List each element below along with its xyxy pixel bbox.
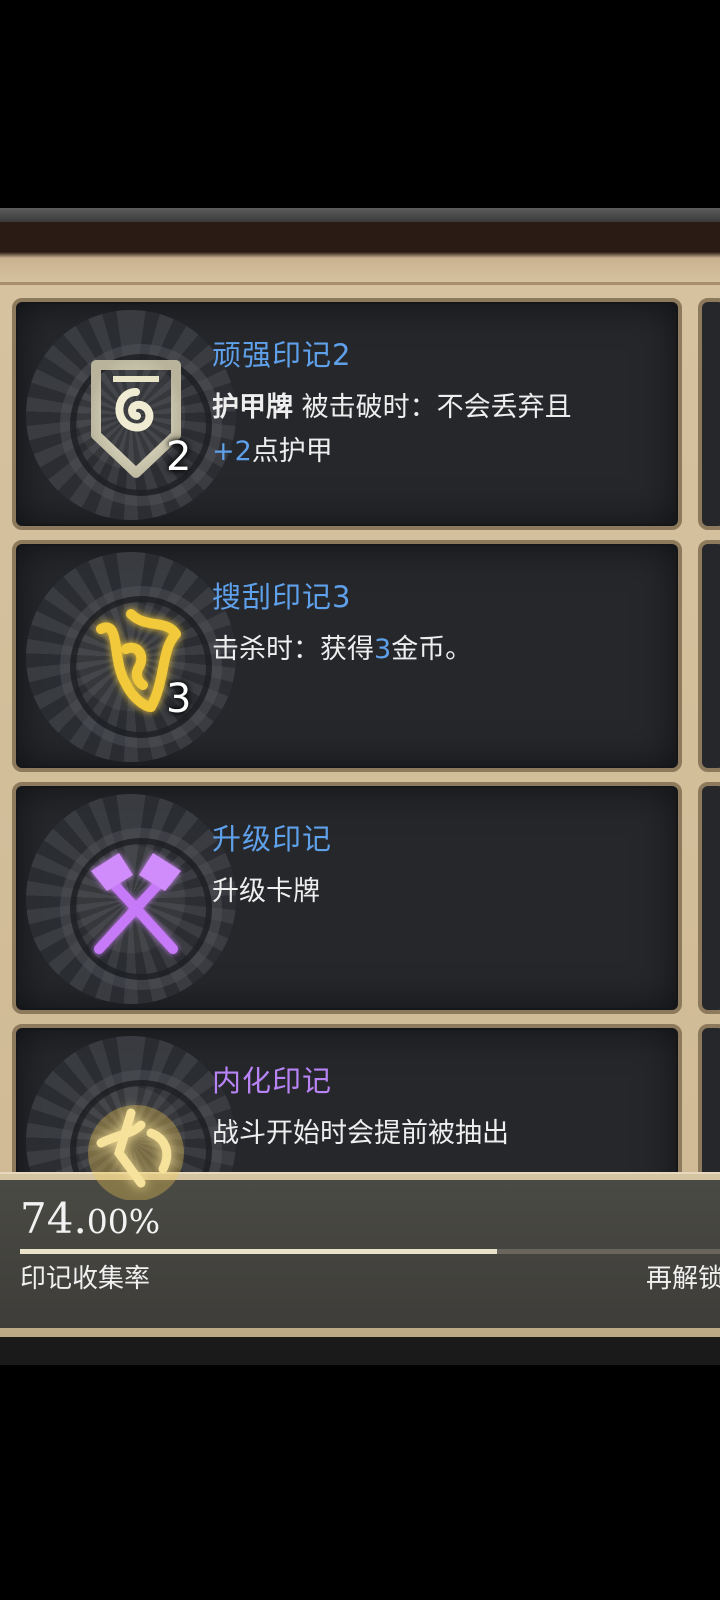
top-black-area: [0, 0, 720, 210]
mark-level: 3: [166, 676, 192, 722]
frame-strip: [0, 208, 720, 222]
mark-card[interactable]: 2 顽强印记2 护甲牌 被击破时：不会丢弃且 +2点护甲: [12, 298, 682, 530]
bottom-shadow: [0, 1337, 720, 1367]
mark-card-next-column[interactable]: [698, 298, 720, 530]
mark-description: 战斗开始时会提前被抽出: [212, 1112, 642, 1156]
crossed-hammers-icon: [91, 853, 181, 954]
mark-card-next-column[interactable]: [698, 540, 720, 772]
desc-part: 点护甲: [251, 436, 333, 467]
desc-part: +2: [212, 436, 252, 467]
mark-list[interactable]: 2 顽强印记2 护甲牌 被击破时：不会丢弃且 +2点护甲 3 搜刮印记3 击杀时…: [0, 290, 720, 1200]
mark-card-next-column[interactable]: [698, 782, 720, 1014]
collection-label: 印记收集率: [20, 1264, 151, 1294]
desc-part: 击杀时：获得: [212, 634, 374, 665]
mark-title: 内化印记: [212, 1064, 333, 1098]
desc-part: 被击破时：不会丢弃且: [293, 392, 572, 423]
gold-rune-2-icon: [88, 1105, 184, 1200]
mark-card[interactable]: 3 搜刮印记3 击杀时：获得3金币。: [12, 540, 682, 772]
desc-part: 3: [374, 634, 392, 665]
mark-card[interactable]: 升级印记 升级卡牌: [12, 782, 682, 1014]
desc-part: 护甲牌: [212, 392, 293, 423]
panel-divider: [0, 282, 720, 285]
mark-title: 升级印记: [212, 822, 333, 856]
mark-description: 护甲牌 被击破时：不会丢弃且 +2点护甲: [212, 386, 642, 474]
bottom-black-area: [0, 1365, 720, 1600]
mark-title: 搜刮印记3: [212, 580, 352, 614]
desc-part: 金币。: [391, 634, 473, 665]
percent-integer: 74.: [20, 1194, 87, 1243]
mark-description: 升级卡牌: [212, 870, 642, 914]
collection-progress-fill: [20, 1249, 497, 1254]
collection-percent: 74.00%: [20, 1194, 160, 1243]
percent-decimal: 00%: [86, 1202, 161, 1241]
mark-title: 顽强印记2: [212, 338, 352, 372]
regen-button[interactable]: 再解锁: [646, 1258, 720, 1295]
mark-level: 2: [166, 434, 192, 480]
collection-progress-track: [20, 1249, 720, 1254]
desc-part: 战斗开始时会提前被抽出: [212, 1118, 509, 1149]
mark-description: 击杀时：获得3金币。: [212, 628, 642, 672]
desc-part: 升级卡牌: [212, 876, 320, 907]
